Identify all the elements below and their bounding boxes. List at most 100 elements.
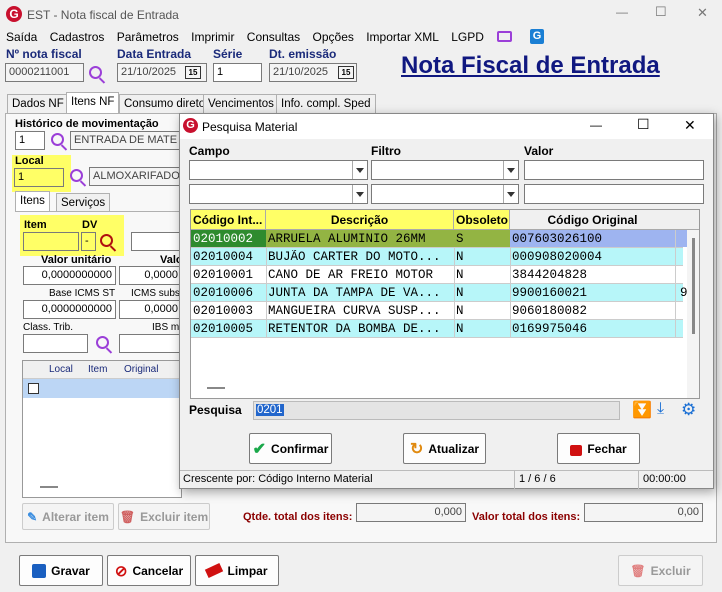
menu-parametros[interactable]: Parâmetros [117, 30, 179, 44]
col-obsoleto[interactable]: Obsoleto [454, 210, 510, 229]
serie-field[interactable]: 1 [213, 63, 262, 82]
valor-input-1[interactable] [524, 160, 704, 180]
minimize-button[interactable]: — [616, 5, 628, 19]
campo-select-2[interactable] [189, 184, 368, 204]
class-search-icon[interactable] [96, 336, 109, 349]
excluir-item-label: Excluir item [140, 509, 209, 524]
subtab-itens[interactable]: Itens [15, 191, 50, 212]
limpar-label: Limpar [227, 563, 268, 578]
col-descricao[interactable]: Descrição [266, 210, 454, 229]
excluir-button[interactable]: 🗑 Excluir [618, 555, 703, 586]
emission-calendar-icon[interactable]: 15 [338, 66, 354, 79]
maximize-button[interactable]: ☐ [655, 4, 667, 20]
hist-search-icon[interactable] [51, 133, 64, 146]
result-cell-orig: 000908020004 [512, 250, 603, 264]
result-cell-desc: RETENTOR DA BOMBA DE... [268, 322, 441, 336]
local-field[interactable]: 1 [14, 168, 64, 187]
window-title: EST - Nota fiscal de Entrada [27, 8, 179, 22]
result-col-divider [510, 302, 511, 320]
menu-saida[interactable]: Saída [6, 30, 37, 44]
base-icms-field[interactable]: 0,0000000000 [23, 300, 116, 319]
result-cell-orig: 9900160021 [512, 286, 588, 300]
cancelar-button[interactable]: ⊘ Cancelar [107, 555, 191, 586]
close-button[interactable]: ✕ [697, 5, 708, 21]
result-cell-code: 02010002 [191, 230, 266, 247]
row-checkbox[interactable] [28, 383, 39, 394]
tab-info-compl-sped[interactable]: Info. compl. Sped [276, 94, 376, 114]
result-col-divider [266, 266, 267, 284]
class-trib-label: Class. Trib. [23, 322, 74, 333]
menu-lgpd[interactable]: LGPD [451, 30, 484, 44]
alterar-item-button[interactable]: ✎ Alterar item [22, 503, 114, 530]
tab-dados-nf[interactable]: Dados NF [7, 94, 69, 114]
dialog-maximize-button[interactable]: ☐ [637, 116, 650, 133]
ibs-field[interactable] [119, 334, 182, 353]
item-search-icon[interactable] [100, 234, 113, 247]
result-row[interactable]: 02010001 CANO DE AR FREIO MOTOR N 384420482… [191, 266, 683, 284]
filtro-select-2[interactable] [371, 184, 519, 204]
hist-code-field[interactable]: 1 [15, 131, 45, 150]
expand-down-icon[interactable]: ⏬ [632, 400, 652, 420]
results-hscroll[interactable] [207, 387, 225, 389]
tab-vencimentos[interactable]: Vencimentos [203, 94, 279, 114]
icms-subs-field[interactable]: 0,0000 [119, 300, 182, 319]
filtro-select-1[interactable] [371, 160, 519, 180]
results-vscroll[interactable] [687, 230, 699, 398]
gravar-button[interactable]: Gravar [19, 555, 103, 586]
result-row[interactable]: 02010006 JUNTA DA TAMPA DE VA... N 99001600… [191, 284, 687, 302]
dv-field[interactable]: - [81, 232, 96, 251]
trash-icon: 🗑 [119, 509, 136, 524]
results-grid[interactable]: Código Int... Descrição Obsoleto Código … [190, 209, 700, 399]
result-row[interactable]: 02010005 RETENTOR DA BOMBA DE... N 01699750… [191, 320, 683, 338]
entry-calendar-icon[interactable]: 15 [185, 66, 201, 79]
result-row[interactable]: 02010004 BUJÃO CARTER DO MOTO... N 00090802… [191, 248, 683, 266]
result-row[interactable]: 02010002 ARRUELA ALUMINIO 26MM S 0076030261… [191, 230, 687, 248]
tab-consumo-direto[interactable]: Consumo direto [119, 94, 211, 114]
limpar-button[interactable]: Limpar [195, 555, 279, 586]
pencil-icon: ✎ [27, 509, 38, 524]
status-sort: Crescente por: Código Interno Material [183, 473, 373, 485]
nf-search-icon[interactable] [89, 66, 102, 79]
result-row[interactable]: 02010003 MANGUEIRA CURVA SUSP... N 90601800… [191, 302, 683, 320]
icms-subs-label: ICMS subs [131, 288, 180, 299]
result-cell-code: 02010005 [193, 322, 254, 336]
excluir-item-button[interactable]: 🗑 Excluir item [118, 503, 210, 530]
dialog-close-button[interactable]: ✕ [684, 117, 696, 134]
fechar-button[interactable]: Fechar [557, 433, 640, 464]
qtde-total-label: Qtde. total dos itens: [243, 511, 353, 523]
pesquisa-field[interactable]: 0201 [253, 401, 620, 420]
item-field[interactable] [23, 232, 79, 251]
items-grid-selected-row[interactable] [23, 379, 182, 398]
g-logo-icon[interactable]: G [530, 29, 544, 44]
nf-number-label: Nº nota fiscal [6, 47, 82, 61]
grid-scrollbar[interactable] [40, 486, 58, 488]
valor-input-2[interactable] [524, 184, 704, 204]
col-codigo-interno[interactable]: Código Int... [191, 210, 266, 229]
dv-label: DV [82, 219, 98, 231]
expand-down-single-icon[interactable]: ⤓ [657, 400, 664, 418]
local-search-icon[interactable] [70, 169, 83, 182]
valor-other-field[interactable]: 0,0000 [119, 266, 182, 285]
atualizar-button[interactable]: ↻ Atualizar [403, 433, 486, 464]
menu-imprimir[interactable]: Imprimir [191, 30, 234, 44]
campo-select-1[interactable] [189, 160, 368, 180]
results-vscroll-thumb[interactable] [692, 238, 695, 334]
class-trib-field[interactable] [23, 334, 88, 353]
menu-consultas[interactable]: Consultas [247, 30, 300, 44]
col-codigo-original[interactable]: Código Original [510, 210, 675, 229]
confirmar-button[interactable]: ✔ Confirmar [249, 433, 332, 464]
dialog-minimize-button[interactable]: — [590, 118, 602, 132]
qtde-total-field: 0,000 [356, 503, 466, 522]
menu-importar-xml[interactable]: Importar XML [366, 30, 439, 44]
result-cell-obs: N [456, 286, 464, 300]
gear-icon[interactable]: ⚙ [681, 400, 696, 420]
filtro-label: Filtro [371, 144, 401, 158]
menu-opcoes[interactable]: Opções [313, 30, 354, 44]
subtab-servicos[interactable]: Serviços [56, 193, 111, 212]
valor-unit-field[interactable]: 0,0000000000 [23, 266, 116, 285]
nf-number-field[interactable]: 0000211001 [5, 63, 84, 82]
tab-itens-nf[interactable]: Itens NF [66, 92, 120, 114]
dialog-title: Pesquisa Material [202, 120, 298, 134]
menu-cadastros[interactable]: Cadastros [50, 30, 105, 44]
monitor-icon[interactable] [497, 31, 512, 42]
